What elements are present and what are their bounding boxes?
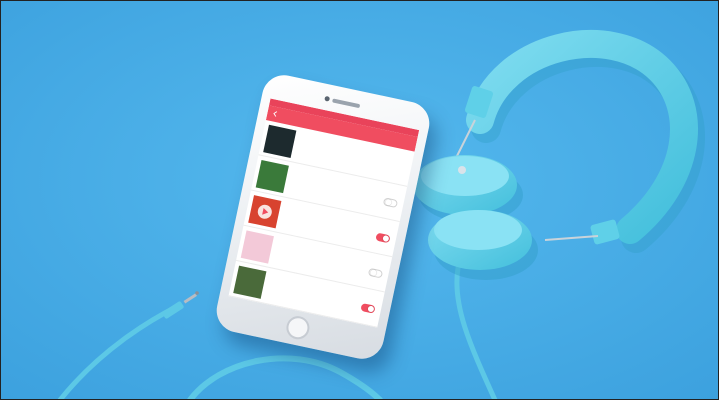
cover-art <box>263 124 297 158</box>
item-duration <box>275 251 363 270</box>
front-camera <box>324 95 331 102</box>
item-duration <box>267 286 355 305</box>
toggle-knob <box>382 234 390 242</box>
toggle-knob <box>384 198 392 206</box>
item-author <box>268 281 356 300</box>
back-chevron-icon[interactable] <box>272 110 279 117</box>
cover-art <box>240 230 274 264</box>
item-author <box>276 246 364 265</box>
item-author <box>291 175 379 194</box>
download-toggle[interactable] <box>360 302 376 314</box>
download-toggle[interactable] <box>367 267 384 279</box>
item-duration <box>297 145 385 164</box>
play-icon[interactable] <box>248 195 281 228</box>
product-photo <box>0 0 719 400</box>
item-author <box>298 140 386 159</box>
cover-art <box>255 159 289 194</box>
phone-screen <box>228 98 420 328</box>
home-button[interactable] <box>284 314 312 342</box>
cover-art <box>233 265 267 299</box>
download-toggle[interactable] <box>375 232 391 244</box>
download-toggle[interactable] <box>382 197 399 209</box>
item-duration <box>290 180 378 199</box>
item-duration <box>282 216 370 235</box>
earpiece-speaker <box>332 98 361 109</box>
cover-art <box>248 195 282 229</box>
toggle-knob <box>369 269 377 277</box>
toggle-knob <box>367 304 375 313</box>
item-author <box>283 211 371 230</box>
